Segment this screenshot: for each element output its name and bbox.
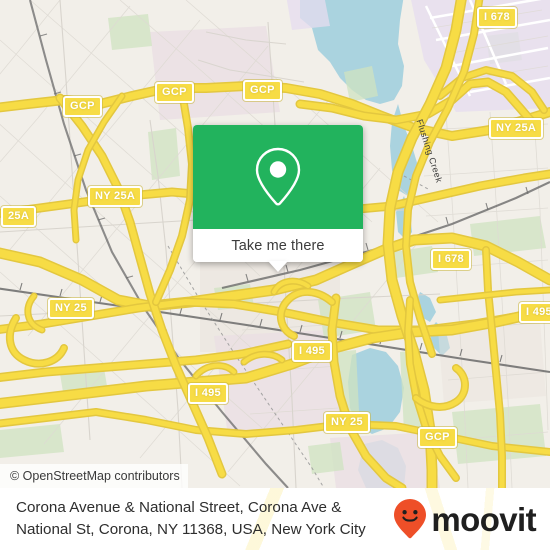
place-card-action[interactable]: Take me there [193, 229, 363, 262]
address-line-1: Corona Avenue & National Street, Corona … [16, 499, 342, 516]
road-shield: NY 25 [324, 412, 370, 433]
place-popup-card[interactable]: Take me there [193, 125, 363, 272]
road-shield: 25A [1, 206, 37, 227]
bottom-info-bar: Corona Avenue & National Street, Corona … [0, 488, 550, 550]
address-line-2: National St, Corona, NY 11368, USA, New … [16, 521, 366, 538]
road-shield: I 678 [431, 249, 471, 270]
road-shield: I 495 [188, 383, 228, 404]
place-card-image [193, 125, 363, 229]
map-screenshot-root: .water { fill:#aad3df; } .green { fill:#… [0, 0, 550, 550]
road-shield: GCP [418, 427, 457, 448]
moovit-smiley-pin-icon [394, 499, 427, 539]
road-shield: GCP [155, 82, 194, 103]
road-shield: NY 25A [489, 118, 544, 139]
take-me-there-label: Take me there [231, 237, 325, 254]
road-shield: I 678 [477, 7, 517, 28]
address-text: Corona Avenue & National Street, Corona … [16, 497, 366, 541]
moovit-wordmark: moovit [431, 500, 536, 538]
moovit-logo[interactable]: moovit [393, 498, 537, 540]
road-shield: GCP [243, 80, 282, 101]
osm-attribution[interactable]: © OpenStreetMap contributors [0, 464, 188, 488]
road-shield: GCP [63, 96, 102, 117]
map-pin-icon [255, 147, 301, 206]
attribution-text: © OpenStreetMap contributors [10, 469, 180, 483]
road-shield: NY 25A [88, 186, 143, 207]
road-shield: I 495 [292, 341, 332, 362]
map-canvas[interactable]: .water { fill:#aad3df; } .green { fill:#… [0, 0, 550, 488]
road-shield: NY 25 [48, 298, 94, 319]
card-pointer-arrow [268, 261, 288, 272]
road-shield: I 495 [519, 302, 550, 323]
